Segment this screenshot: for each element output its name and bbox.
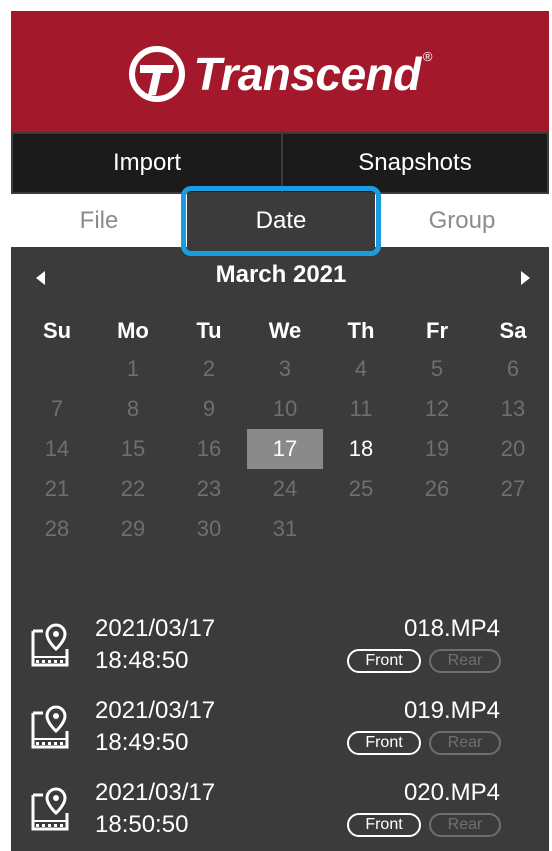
recording-time: 18:50:50 [95, 811, 189, 838]
weekday-label: Mo [117, 318, 149, 343]
calendar-day-14[interactable]: 14 [19, 429, 95, 469]
calendar-day-26[interactable]: 26 [399, 469, 475, 509]
app-panel: Transcend ® Import Snapshots File Date G… [11, 11, 549, 851]
calendar-empty-cell [399, 509, 475, 549]
brand-header: Transcend ® [11, 11, 549, 132]
calendar-month-title: March 2021 [215, 261, 347, 288]
tab-file[interactable]: File [11, 194, 187, 247]
calendar-day-30[interactable]: 30 [171, 509, 247, 549]
view-tab-bar: File Date Group [11, 194, 549, 247]
calendar-day-9[interactable]: 9 [171, 389, 247, 429]
weekday-label: Su [42, 318, 72, 343]
tab-snapshots[interactable]: Snapshots [283, 134, 547, 192]
calendar-day-2[interactable]: 2 [171, 349, 247, 389]
weekday-label: Fr [426, 318, 448, 343]
rear-camera-button[interactable]: Rear [429, 731, 501, 755]
calendar-day-17[interactable]: 17 [247, 429, 323, 469]
calendar-header: March 2021 [11, 249, 549, 307]
calendar-day-15[interactable]: 15 [95, 429, 171, 469]
calendar-day-23[interactable]: 23 [171, 469, 247, 509]
calendar-day-8[interactable]: 8 [95, 389, 171, 429]
weekday-header-row: Su Mo Tu We Th Fr Sa [19, 309, 549, 349]
calendar-day-3[interactable]: 3 [247, 349, 323, 389]
tab-date[interactable]: Date [187, 194, 375, 247]
calendar-day-16[interactable]: 16 [171, 429, 247, 469]
calendar-day-5[interactable]: 5 [399, 349, 475, 389]
calendar-week-row: 28 29 30 31 [19, 509, 549, 549]
calendar-empty-cell [475, 509, 549, 549]
calendar-grid: Su Mo Tu We Th Fr Sa 1 2 3 4 5 6 7 8 9 10 11 12 13 14 15 16 17… [19, 309, 549, 549]
calendar-day-12[interactable]: 12 [399, 389, 475, 429]
calendar-day-28[interactable]: 28 [19, 509, 95, 549]
calendar-day-31[interactable]: 31 [247, 509, 323, 549]
recording-filename: 020.MP4 [403, 779, 500, 806]
calendar-day-18[interactable]: 18 [323, 429, 399, 469]
recording-time: 18:48:50 [95, 647, 189, 674]
calendar-day-22[interactable]: 22 [95, 469, 171, 509]
calendar-day-29[interactable]: 29 [95, 509, 171, 549]
calendar-day-25[interactable]: 25 [323, 469, 399, 509]
video-location-icon [29, 703, 71, 753]
recording-time: 18:49:50 [95, 729, 189, 756]
next-month-icon[interactable] [521, 271, 530, 285]
calendar-day-13[interactable]: 13 [475, 389, 549, 429]
weekday-label: Th [347, 318, 375, 343]
calendar-day-21[interactable]: 21 [19, 469, 95, 509]
calendar-day-7[interactable]: 7 [19, 389, 95, 429]
calendar-week-row: 7 8 9 10 11 12 13 [19, 389, 549, 429]
transcend-logo-icon [128, 45, 185, 102]
recording-item[interactable]: 2021/03/17 18:48:50 018.MP4 Front Rear [11, 613, 549, 695]
calendar-day-24[interactable]: 24 [247, 469, 323, 509]
front-camera-button[interactable]: Front [347, 731, 421, 755]
weekday-label: Tu [196, 318, 222, 343]
calendar-day-11[interactable]: 11 [323, 389, 399, 429]
recording-date: 2021/03/17 [95, 697, 216, 724]
calendar-day-19[interactable]: 19 [399, 429, 475, 469]
rear-camera-button[interactable]: Rear [429, 813, 501, 837]
calendar-day-10[interactable]: 10 [247, 389, 323, 429]
weekday-label: Sa [499, 318, 527, 343]
recording-item[interactable]: 2021/03/17 18:49:50 019.MP4 Front Rear [11, 695, 549, 777]
calendar-empty-cell [19, 349, 95, 389]
calendar-day-4[interactable]: 4 [323, 349, 399, 389]
recording-filename: 018.MP4 [403, 615, 500, 642]
front-camera-button[interactable]: Front [347, 813, 421, 837]
tab-group[interactable]: Group [375, 194, 549, 247]
calendar-week-row: 21 22 23 24 25 26 27 [19, 469, 549, 509]
recording-list: 2021/03/17 18:48:50 018.MP4 Front Rear 2021/0… [11, 613, 549, 851]
weekday-label: We [268, 318, 302, 343]
brand-name: Transcend [193, 47, 422, 100]
video-location-icon [29, 621, 71, 671]
video-location-icon [29, 785, 71, 835]
previous-month-icon[interactable] [36, 271, 45, 285]
recording-item[interactable]: 2021/03/17 18:50:50 020.MP4 Front Rear [11, 777, 549, 851]
calendar-empty-cell [323, 509, 399, 549]
recording-date: 2021/03/17 [95, 615, 216, 642]
recording-filename: 019.MP4 [403, 697, 500, 724]
recording-date: 2021/03/17 [95, 779, 216, 806]
calendar-day-1[interactable]: 1 [95, 349, 171, 389]
front-camera-button[interactable]: Front [347, 649, 421, 673]
calendar-day-27[interactable]: 27 [475, 469, 549, 509]
calendar-week-row: 123456 [19, 349, 549, 389]
rear-camera-button[interactable]: Rear [429, 649, 501, 673]
calendar-day-6[interactable]: 6 [475, 349, 549, 389]
registered-mark: ® [422, 49, 433, 64]
calendar-week-row: 14 15 16 17 18 19 20 [19, 429, 549, 469]
tab-import[interactable]: Import [13, 134, 281, 192]
top-tab-bar: Import Snapshots [11, 132, 549, 194]
calendar-day-20[interactable]: 20 [475, 429, 549, 469]
